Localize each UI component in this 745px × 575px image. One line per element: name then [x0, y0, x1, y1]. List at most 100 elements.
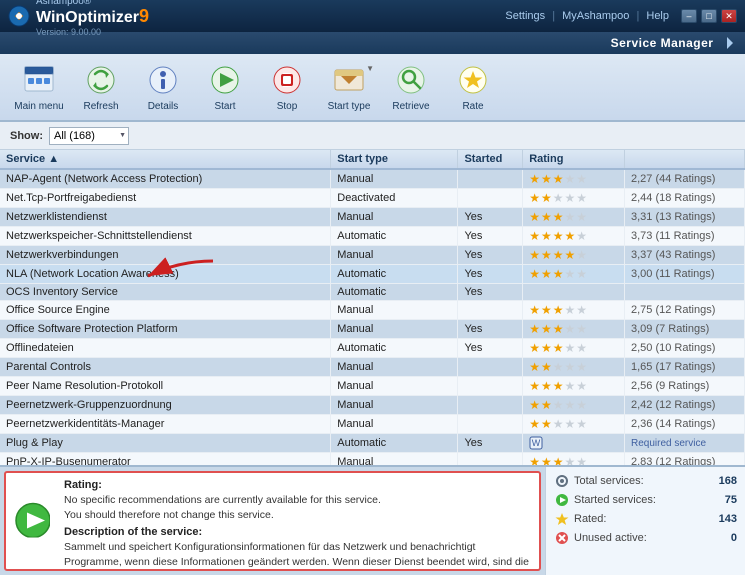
start-type-icon [331, 62, 367, 98]
start-type-cell: Automatic [331, 227, 458, 246]
retrieve-label: Retrieve [392, 101, 429, 112]
module-title: Service Manager [611, 36, 714, 50]
sidebar-toggle-icon[interactable] [725, 35, 735, 51]
started-cell: Yes [458, 320, 523, 339]
start-button[interactable]: Start [196, 58, 254, 116]
title-links: Settings | MyAshampoo | Help [505, 10, 669, 22]
version-number: 9 [139, 6, 149, 26]
start-type-cell: Automatic [331, 284, 458, 301]
rating-text-cell: 2,75 (12 Ratings) [625, 301, 745, 320]
col-started[interactable]: Started [458, 150, 523, 169]
desc-title: Description of the service: [64, 526, 529, 538]
info-panel-icon [14, 502, 50, 541]
star-stat-icon [554, 511, 570, 527]
stat-unused: Unused active: 0 [554, 530, 737, 546]
show-select-wrap[interactable]: All (168) [49, 127, 129, 145]
table-row[interactable]: Peer Name Resolution-ProtokollManual★★★★… [0, 377, 745, 396]
table-row[interactable]: Office Source EngineManual★★★★★2,75 (12 … [0, 301, 745, 320]
stars-cell: ★★★★★ [523, 415, 625, 434]
bottom-panel: Rating: No specific recommendations are … [0, 465, 745, 575]
table-row[interactable]: Peernetzwerk-GruppenzuordnungManual★★★★★… [0, 396, 745, 415]
col-start-type[interactable]: Start type [331, 150, 458, 169]
service-name: Office Software Protection Platform [0, 320, 331, 339]
stars-cell: ★★★★★ [523, 189, 625, 208]
stars-cell: ★★★★★ [523, 377, 625, 396]
start-icon [207, 62, 243, 98]
toolbar: Main menu Refresh Details [0, 54, 745, 122]
window-controls: – □ ✕ [681, 9, 737, 23]
refresh-button[interactable]: Refresh [72, 58, 130, 116]
x-stat-icon [554, 530, 570, 546]
started-cell [458, 453, 523, 466]
stop-button[interactable]: Stop [258, 58, 316, 116]
star-rating: ★★★★★ [529, 172, 618, 186]
started-cell [458, 358, 523, 377]
start-type-cell: Manual [331, 208, 458, 227]
minimize-button[interactable]: – [681, 9, 697, 23]
table-row[interactable]: Parental ControlsManual★★★★★1,65 (17 Rat… [0, 358, 745, 377]
star-rating: ★★★★★ [529, 303, 618, 317]
rating-text-cell: 2,50 (10 Ratings) [625, 339, 745, 358]
total-value: 168 [719, 475, 737, 487]
stop-icon [269, 62, 305, 98]
info-content: Rating: No specific recommendations are … [64, 479, 529, 571]
start-type-cell: Manual [331, 320, 458, 339]
stars-cell: ★★★★★ [523, 339, 625, 358]
start-type-label: Start type [328, 101, 371, 112]
col-service[interactable]: Service ▲ [0, 150, 331, 169]
app-title: Ashampoo® WinOptimizer9 Version: 9.00.00 [36, 0, 149, 37]
start-type-dropdown-arrow[interactable]: ▼ [366, 64, 374, 73]
rate-button[interactable]: Rate [444, 58, 502, 116]
rating-text-cell: 3,31 (13 Ratings) [625, 208, 745, 227]
start-type-button[interactable]: Start type ▼ [320, 58, 378, 116]
rating-note: You should therefore not change this ser… [64, 508, 529, 523]
retrieve-button[interactable]: Retrieve [382, 58, 440, 116]
service-name: Net.Tcp-Portfreigabedienst [0, 189, 331, 208]
table-row[interactable]: OfflinedateienAutomaticYes★★★★★2,50 (10 … [0, 339, 745, 358]
refresh-icon [83, 62, 119, 98]
table-row[interactable]: NetzwerklistendienstManualYes★★★★★3,31 (… [0, 208, 745, 227]
table-row[interactable]: Netzwerkspeicher-SchnittstellendienstAut… [0, 227, 745, 246]
service-table-container[interactable]: Service ▲ Start type Started Rating NAP-… [0, 150, 745, 465]
stars-cell: ★★★★★ [523, 246, 625, 265]
stat-rated: Rated: 143 [554, 511, 737, 527]
version-label: Version: 9.00.00 [36, 27, 149, 37]
service-name: Office Source Engine [0, 301, 331, 320]
started-cell [458, 415, 523, 434]
maximize-button[interactable]: □ [701, 9, 717, 23]
close-button[interactable]: ✕ [721, 9, 737, 23]
myashampoo-link[interactable]: MyAshampoo [562, 10, 629, 22]
table-row[interactable]: Peernetzwerkidentitäts-ManagerManual★★★★… [0, 415, 745, 434]
settings-link[interactable]: Settings [505, 10, 545, 22]
details-label: Details [148, 101, 179, 112]
refresh-label: Refresh [83, 101, 118, 112]
help-link[interactable]: Help [646, 10, 669, 22]
rate-icon [455, 62, 491, 98]
star-rating: ★★★★★ [529, 417, 618, 431]
started-cell: Yes [458, 246, 523, 265]
table-row[interactable]: NAP-Agent (Network Access Protection)Man… [0, 169, 745, 189]
start-type-cell: Automatic [331, 339, 458, 358]
col-rating[interactable]: Rating [523, 150, 625, 169]
table-row[interactable]: PnP-X-IP-BusenumeratorManual★★★★★2,83 (1… [0, 453, 745, 466]
table-row[interactable]: Plug & PlayAutomaticYesWRequired service [0, 434, 745, 453]
main-menu-label: Main menu [14, 101, 63, 112]
table-row[interactable]: OCS Inventory ServiceAutomaticYes [0, 284, 745, 301]
details-button[interactable]: Details [134, 58, 192, 116]
started-cell [458, 396, 523, 415]
total-label: Total services: [574, 475, 715, 487]
table-row[interactable]: NLA (Network Location Awareness)Automati… [0, 265, 745, 284]
service-name: PnP-X-IP-Busenumerator [0, 453, 331, 466]
main-menu-button[interactable]: Main menu [10, 58, 68, 116]
star-rating: ★★★★★ [529, 455, 618, 465]
started-cell: Yes [458, 284, 523, 301]
table-row[interactable]: NetzwerkverbindungenManualYes★★★★★3,37 (… [0, 246, 745, 265]
table-row[interactable]: Office Software Protection PlatformManua… [0, 320, 745, 339]
rating-text-cell: Required service [625, 434, 745, 453]
stars-cell: W [523, 434, 625, 453]
show-label: Show: [10, 130, 43, 142]
logo-icon [8, 5, 30, 27]
table-row[interactable]: Net.Tcp-PortfreigabedienstDeactivated★★★… [0, 189, 745, 208]
show-select[interactable]: All (168) [49, 127, 129, 145]
show-filter-bar: Show: All (168) [0, 122, 745, 150]
